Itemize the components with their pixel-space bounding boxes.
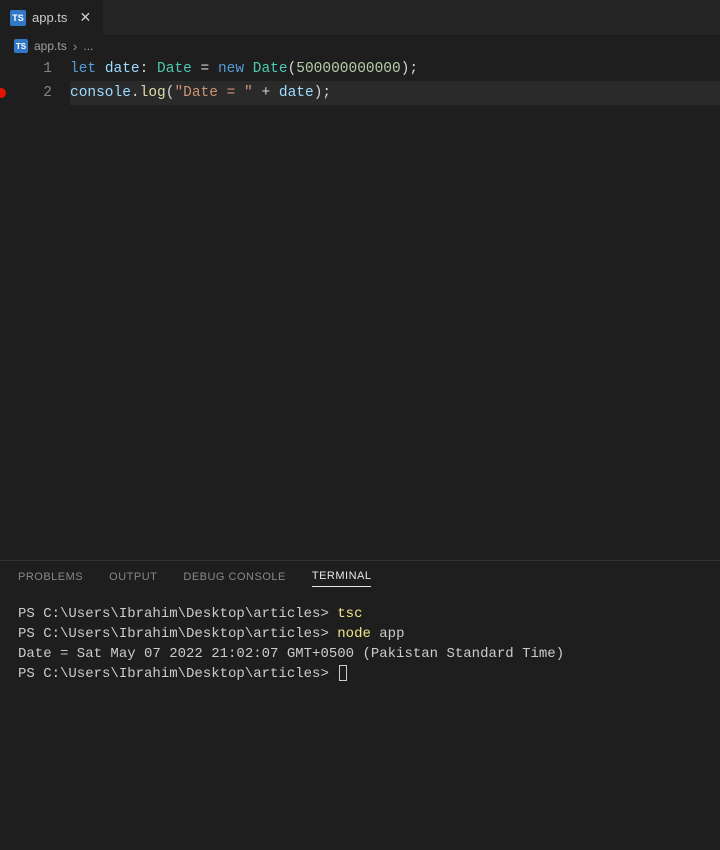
panel-tabs: PROBLEMS OUTPUT DEBUG CONSOLE TERMINAL [0,561,720,596]
terminal-line: Date = Sat May 07 2022 21:02:07 GMT+0500… [18,644,702,664]
cursor-icon [339,665,347,681]
terminal[interactable]: PS C:\Users\Ibrahim\Desktop\articles> ts… [0,596,720,850]
code-line[interactable]: let date: Date = new Date(500000000000); [70,57,720,81]
tab-app-ts[interactable]: TS app.ts ✕ [0,0,104,35]
line-number: 2 [10,81,52,105]
tab-terminal[interactable]: TERMINAL [312,570,372,587]
tab-debug-console[interactable]: DEBUG CONSOLE [183,571,285,587]
terminal-line: PS C:\Users\Ibrahim\Desktop\articles> ts… [18,604,702,624]
breakpoint-gutter[interactable] [0,57,10,560]
line-number-gutter: 1 2 [10,57,70,560]
terminal-line: PS C:\Users\Ibrahim\Desktop\articles> no… [18,624,702,644]
code-line[interactable]: console.log("Date = " + date); [70,81,720,105]
breakpoint-icon[interactable] [0,88,6,98]
tabs-bar: TS app.ts ✕ [0,0,720,35]
breadcrumb-filename: app.ts [34,39,67,53]
tab-problems[interactable]: PROBLEMS [18,571,83,587]
terminal-line: PS C:\Users\Ibrahim\Desktop\articles> [18,664,702,684]
bottom-panel: PROBLEMS OUTPUT DEBUG CONSOLE TERMINAL P… [0,560,720,850]
code-area[interactable]: let date: Date = new Date(500000000000);… [70,57,720,560]
breadcrumb[interactable]: TS app.ts › ... [0,35,720,57]
line-number: 1 [10,57,52,81]
typescript-icon: TS [14,39,28,53]
chevron-right-icon: › [73,38,78,54]
tab-filename: app.ts [32,10,67,25]
tab-output[interactable]: OUTPUT [109,571,157,587]
breadcrumb-tail: ... [83,39,93,53]
close-icon[interactable]: ✕ [77,10,93,26]
typescript-icon: TS [10,10,26,26]
code-editor[interactable]: 1 2 let date: Date = new Date(5000000000… [0,57,720,560]
